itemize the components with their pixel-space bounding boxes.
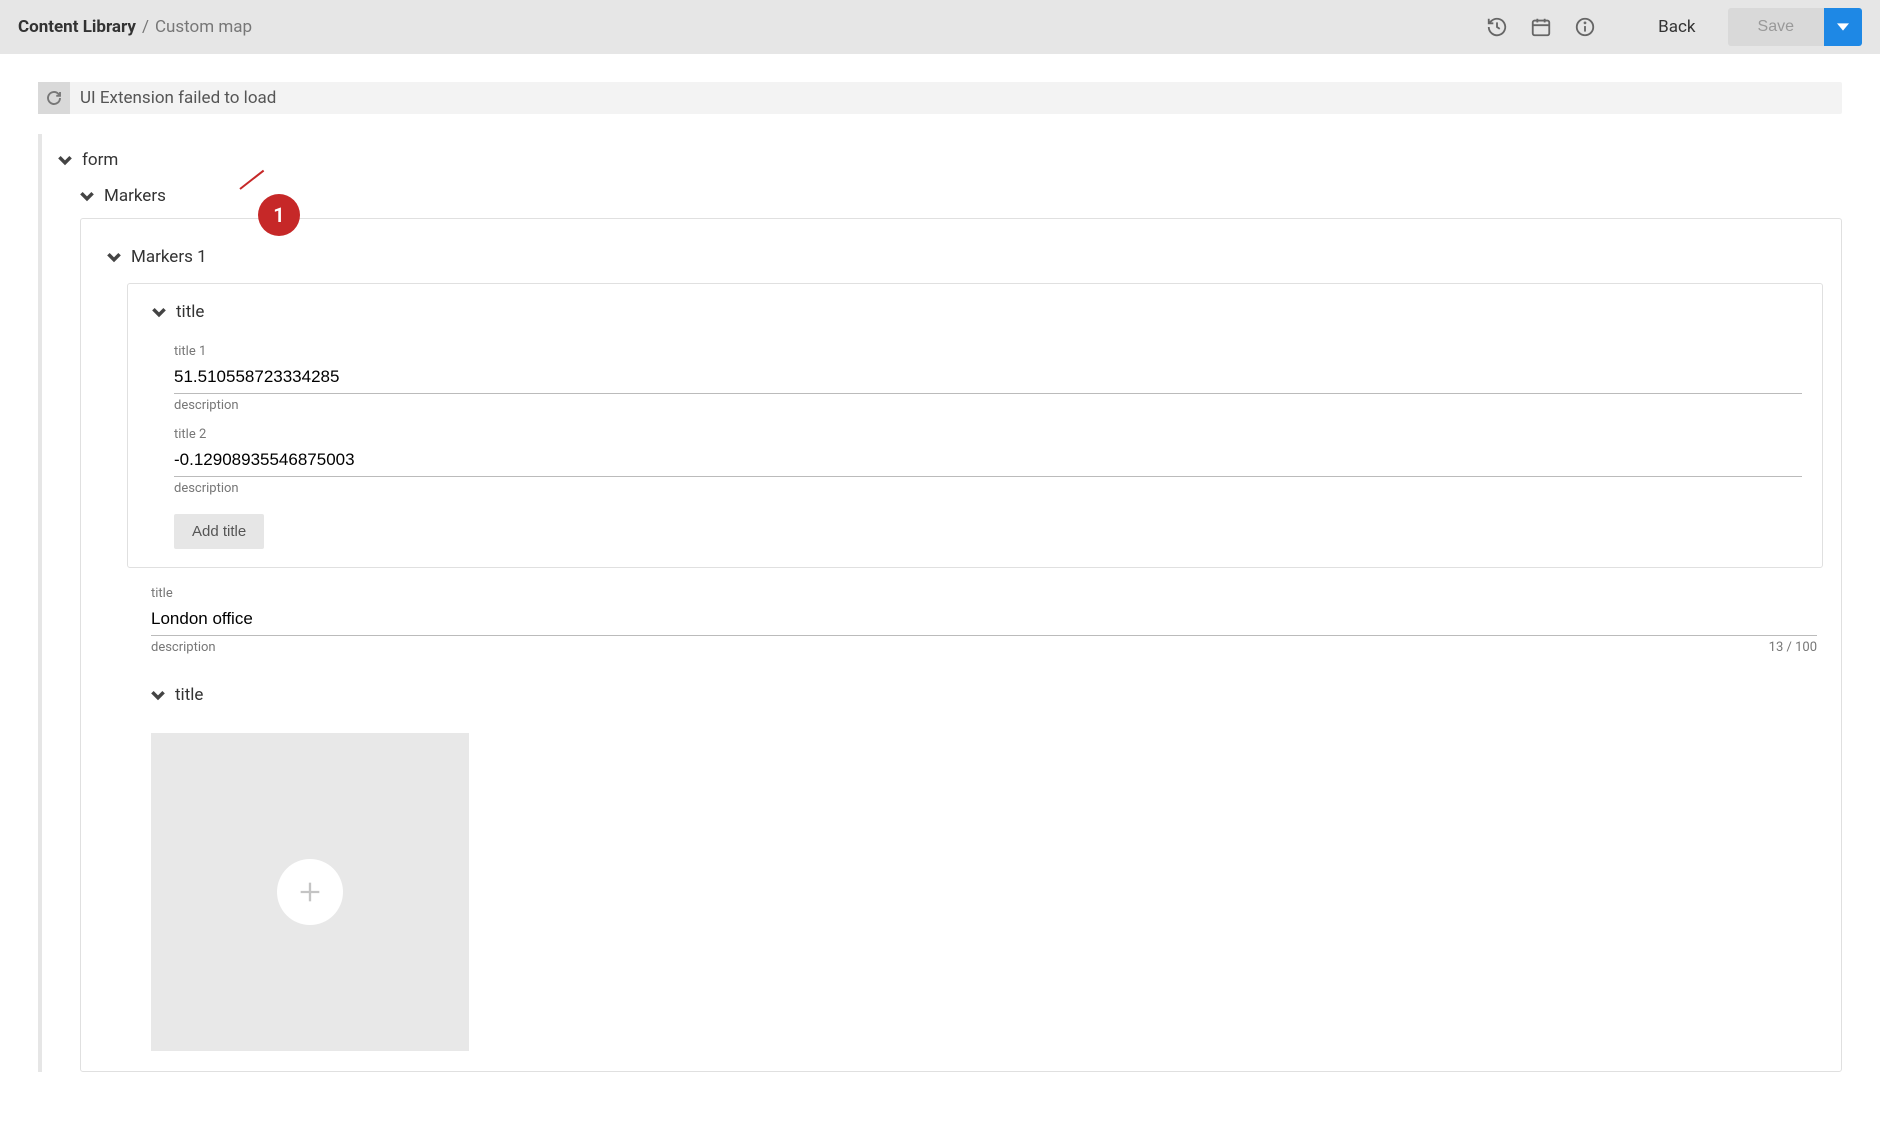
breadcrumb-root[interactable]: Content Library: [18, 17, 136, 37]
title1-input[interactable]: [174, 363, 1802, 394]
breadcrumb-separator: /: [142, 17, 149, 37]
title1-label: title 1: [174, 344, 1802, 359]
add-media-circle: [277, 859, 343, 925]
calendar-icon[interactable]: [1530, 16, 1552, 38]
title2-description: description: [174, 481, 1802, 496]
markers-node-label: Markers: [104, 186, 166, 206]
add-media-placeholder[interactable]: [151, 733, 469, 1051]
title2-input[interactable]: [174, 446, 1802, 477]
chevron-down-icon: [80, 189, 94, 203]
media-title-node-toggle[interactable]: title: [107, 677, 1823, 713]
top-bar: Content Library / Custom map Back Save: [0, 0, 1880, 54]
history-icon[interactable]: [1486, 16, 1508, 38]
form-tree: form Markers Markers 1 title: [38, 142, 1842, 1072]
media-title-node-label: title: [175, 685, 203, 705]
breadcrumb: Content Library / Custom map: [18, 17, 252, 37]
extension-error-message: UI Extension failed to load: [80, 88, 276, 108]
form-node-toggle[interactable]: form: [58, 142, 1842, 178]
markers-node-toggle[interactable]: Markers: [80, 178, 1842, 214]
chevron-down-icon: [151, 688, 165, 702]
marker-title-input[interactable]: [151, 605, 1817, 636]
title1-field: title 1 description: [174, 344, 1802, 413]
marker-title-label: title: [151, 586, 1817, 601]
title-group-toggle[interactable]: title: [152, 302, 1802, 330]
callout-number: 1: [273, 203, 284, 227]
save-dropdown-button[interactable]: [1824, 8, 1862, 46]
extension-error-banner: UI Extension failed to load: [38, 82, 1842, 114]
save-button-group: Save: [1728, 8, 1862, 46]
plus-icon: [296, 878, 324, 906]
callout-badge: 1: [258, 194, 300, 236]
title2-field: title 2 description: [174, 427, 1802, 496]
chevron-down-icon: [152, 305, 166, 319]
markers1-node-toggle[interactable]: Markers 1: [107, 239, 1823, 275]
back-button[interactable]: Back: [1658, 17, 1695, 37]
marker-title-charcount: 13 / 100: [1769, 640, 1817, 655]
editor-body: UI Extension failed to load 1 form Marke…: [0, 54, 1880, 1072]
caret-down-icon: [1837, 21, 1849, 33]
marker-title-field: title description 13 / 100: [151, 586, 1817, 655]
marker-title-description: description: [151, 640, 216, 655]
chevron-down-icon: [107, 250, 121, 264]
title2-label: title 2: [174, 427, 1802, 442]
reload-icon: [45, 89, 63, 107]
add-title-button[interactable]: Add title: [174, 514, 264, 549]
breadcrumb-current: Custom map: [155, 17, 252, 37]
markers-1-card: Markers 1 title title 1 description: [80, 218, 1842, 1072]
markers1-node-label: Markers 1: [131, 247, 207, 267]
left-separator-rail: [38, 134, 42, 1072]
title-group-label: title: [176, 302, 204, 322]
chevron-down-icon: [58, 153, 72, 167]
save-button[interactable]: Save: [1728, 8, 1824, 46]
info-icon[interactable]: [1574, 16, 1596, 38]
form-node-label: form: [82, 150, 118, 170]
top-bar-actions: Back Save: [1486, 8, 1862, 46]
title-group-card: title title 1 description title 2 descri…: [127, 283, 1823, 568]
reload-extension-button[interactable]: [38, 82, 70, 114]
title1-description: description: [174, 398, 1802, 413]
